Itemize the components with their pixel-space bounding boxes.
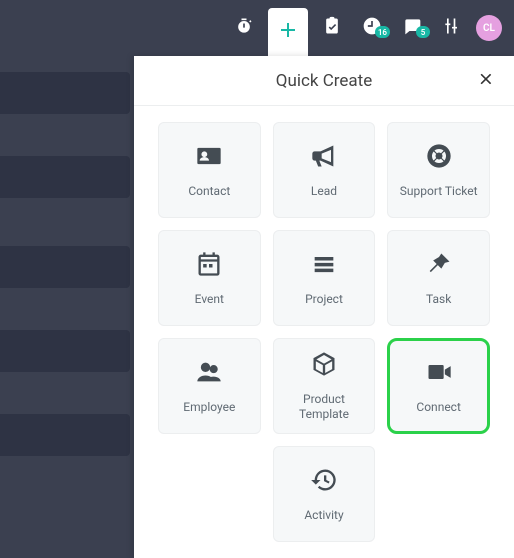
- plus-icon: [276, 18, 300, 46]
- card-project[interactable]: Project: [273, 230, 376, 326]
- card-label: Task: [420, 292, 457, 307]
- bg-bar: [0, 156, 130, 198]
- quick-create-panel: Quick Create Contact Lead Support Ticket: [134, 56, 514, 558]
- panel-header: Quick Create: [134, 56, 514, 106]
- quick-create-button[interactable]: [268, 8, 308, 56]
- quick-create-grid: Contact Lead Support Ticket Event Projec: [134, 106, 514, 558]
- card-label: Project: [299, 292, 349, 307]
- contact-card-icon: [195, 142, 223, 174]
- stopwatch-icon: [234, 16, 254, 40]
- schedule-button[interactable]: 16: [356, 12, 388, 44]
- calendar-icon: [195, 250, 223, 282]
- bg-bar: [0, 414, 130, 456]
- messages-badge: 5: [416, 26, 430, 38]
- card-label: Employee: [177, 400, 241, 415]
- card-task[interactable]: Task: [387, 230, 490, 326]
- card-employee[interactable]: Employee: [158, 338, 261, 434]
- card-label: Connect: [410, 400, 466, 415]
- bg-bar: [0, 72, 130, 114]
- clipboard-button[interactable]: [316, 12, 348, 44]
- people-icon: [195, 358, 223, 390]
- megaphone-icon: [310, 142, 338, 174]
- avatar-initials: CL: [483, 23, 495, 34]
- close-button[interactable]: [474, 69, 498, 93]
- top-toolbar: 16 5 CL: [0, 0, 514, 56]
- schedule-badge: 16: [375, 26, 390, 38]
- card-contact[interactable]: Contact: [158, 122, 261, 218]
- close-icon: [478, 71, 494, 91]
- bg-bar: [0, 246, 130, 288]
- card-product-template[interactable]: Product Template: [273, 338, 376, 434]
- list-icon: [310, 250, 338, 282]
- card-label: Support Ticket: [394, 184, 484, 199]
- history-icon: [310, 466, 338, 498]
- bg-bar: [0, 330, 130, 372]
- preferences-button[interactable]: [436, 12, 468, 44]
- video-icon: [425, 358, 453, 390]
- cube-icon: [310, 350, 338, 382]
- card-support-ticket[interactable]: Support Ticket: [387, 122, 490, 218]
- card-label: Activity: [298, 508, 349, 523]
- card-label: Lead: [305, 184, 343, 199]
- clipboard-check-icon: [322, 16, 342, 40]
- card-label: Event: [189, 292, 230, 307]
- card-event[interactable]: Event: [158, 230, 261, 326]
- card-lead[interactable]: Lead: [273, 122, 376, 218]
- card-activity[interactable]: Activity: [273, 446, 376, 542]
- sliders-icon: [442, 16, 462, 40]
- background-sidebar-hints: [0, 0, 130, 558]
- panel-title: Quick Create: [276, 71, 372, 91]
- card-label: Contact: [182, 184, 236, 199]
- stopwatch-button[interactable]: [228, 12, 260, 44]
- messages-button[interactable]: 5: [396, 12, 428, 44]
- lifebuoy-icon: [425, 142, 453, 174]
- card-label: Product Template: [274, 392, 375, 422]
- pin-icon: [425, 250, 453, 282]
- card-connect[interactable]: Connect: [387, 338, 490, 434]
- user-avatar[interactable]: CL: [476, 15, 502, 41]
